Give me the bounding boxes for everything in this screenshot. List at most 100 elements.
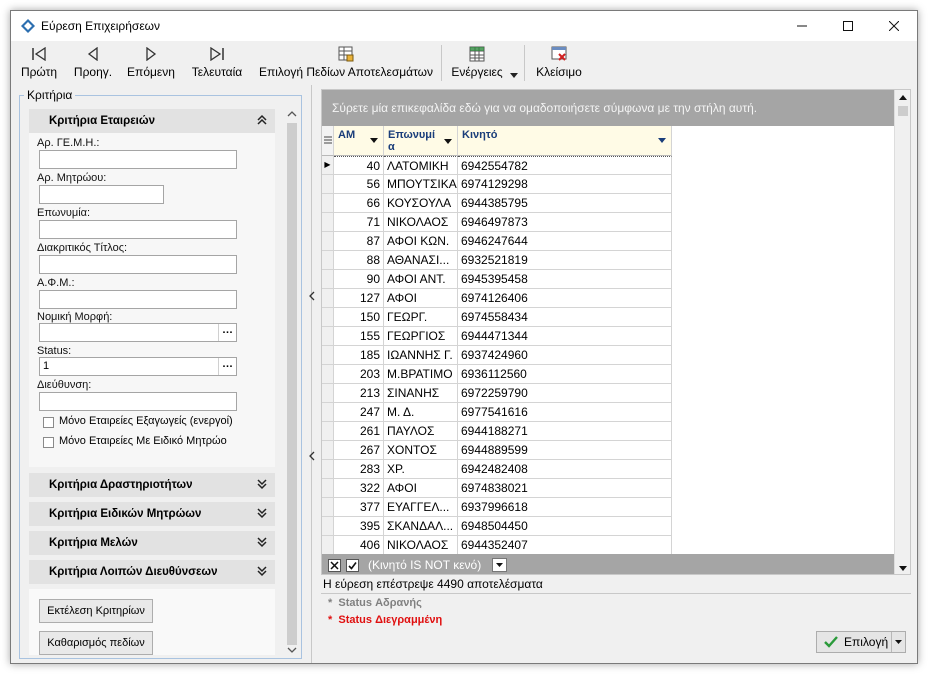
row-indicator[interactable] — [322, 479, 334, 498]
legal-form-input[interactable]: … — [39, 323, 237, 342]
cell-name[interactable]: ΑΦΟΙ — [384, 479, 458, 498]
cell-phone[interactable]: 6944352407 — [458, 536, 672, 555]
cell-am[interactable]: 88 — [334, 251, 384, 270]
row-indicator[interactable] — [322, 289, 334, 308]
cell-name[interactable]: ΝΙΚΟΛΑΟΣ — [384, 536, 458, 555]
cell-am[interactable]: 155 — [334, 327, 384, 346]
cell-name[interactable]: ΣΙΝΑΝΗΣ — [384, 384, 458, 403]
select-button[interactable]: Επιλογή — [816, 631, 906, 653]
first-button[interactable]: Πρώτη — [19, 43, 59, 83]
row-indicator[interactable] — [322, 194, 334, 213]
column-chooser-button[interactable] — [322, 126, 334, 156]
cell-am[interactable]: 71 — [334, 213, 384, 232]
cell-am[interactable]: 90 — [334, 270, 384, 289]
cell-am[interactable]: 66 — [334, 194, 384, 213]
select-result-fields-button[interactable]: Επιλογή Πεδίων Αποτελεσμάτων — [258, 43, 434, 83]
previous-button[interactable]: Προηγ. — [69, 43, 117, 83]
cell-am[interactable]: 40 — [334, 156, 384, 175]
cell-am[interactable]: 267 — [334, 441, 384, 460]
filter-dropdown-button[interactable] — [492, 558, 507, 572]
criteria-scroll-thumb[interactable] — [287, 123, 297, 645]
expand-icon[interactable] — [257, 565, 267, 580]
cell-am[interactable]: 213 — [334, 384, 384, 403]
cell-phone[interactable]: 6942554782 — [458, 156, 672, 175]
row-indicator[interactable] — [322, 327, 334, 346]
status-input[interactable]: 1 … — [39, 357, 237, 376]
close-window-button[interactable] — [871, 11, 917, 41]
special-registry-checkbox[interactable] — [43, 437, 54, 448]
row-indicator[interactable] — [322, 213, 334, 232]
criteria-scrollbar[interactable] — [285, 107, 299, 657]
row-indicator[interactable] — [322, 251, 334, 270]
row-indicator[interactable] — [322, 346, 334, 365]
cell-name[interactable]: ΓΕΩΡΓ. — [384, 308, 458, 327]
cell-am[interactable]: 322 — [334, 479, 384, 498]
cell-phone[interactable]: 6946497873 — [458, 213, 672, 232]
cell-name[interactable]: ΙΩΑΝΝΗΣ Γ. — [384, 346, 458, 365]
cell-name[interactable]: ΧΟΝΤΟΣ — [384, 441, 458, 460]
cell-am[interactable]: 377 — [334, 498, 384, 517]
cell-phone[interactable]: 6945395458 — [458, 270, 672, 289]
row-indicator[interactable]: ▶ — [322, 156, 334, 175]
distinctive-title-input[interactable] — [39, 255, 237, 274]
cell-am[interactable]: 56 — [334, 175, 384, 194]
cell-am[interactable]: 395 — [334, 517, 384, 536]
next-button[interactable]: Επόμενη — [125, 43, 177, 83]
scroll-down-icon[interactable] — [895, 562, 911, 575]
cell-am[interactable]: 203 — [334, 365, 384, 384]
row-indicator[interactable] — [322, 384, 334, 403]
row-indicator[interactable] — [322, 536, 334, 555]
actions-button[interactable]: Ενέργειες — [449, 43, 505, 83]
row-indicator[interactable] — [322, 270, 334, 289]
last-button[interactable]: Τελευταία — [188, 43, 246, 83]
filter-dropdown-icon[interactable] — [370, 136, 380, 150]
cell-name[interactable]: ΝΙΚΟΛΑΟΣ — [384, 213, 458, 232]
row-indicator[interactable] — [322, 308, 334, 327]
scroll-up-icon[interactable] — [285, 107, 299, 121]
cell-phone[interactable]: 6946247644 — [458, 232, 672, 251]
cell-phone[interactable]: 6944471344 — [458, 327, 672, 346]
cell-phone[interactable]: 6937424960 — [458, 346, 672, 365]
column-header-name[interactable]: Επωνυμί α — [384, 126, 458, 156]
special-registries-criteria-header[interactable]: Κριτήρια Ειδικών Μητρώων — [29, 502, 275, 526]
cell-phone[interactable]: 6937996618 — [458, 498, 672, 517]
grid-scroll-thumb[interactable] — [898, 106, 908, 116]
collapse-left-icon[interactable] — [308, 291, 316, 301]
afm-input[interactable] — [39, 290, 237, 309]
cell-phone[interactable]: 6974129298 — [458, 175, 672, 194]
cell-name[interactable]: ΑΦΟΙ ΚΩΝ. — [384, 232, 458, 251]
address-input[interactable] — [39, 392, 237, 411]
expand-icon[interactable] — [257, 478, 267, 493]
expand-icon[interactable] — [257, 507, 267, 522]
cell-am[interactable]: 261 — [334, 422, 384, 441]
cell-name[interactable]: ΣΚΑΝΔΑΛ... — [384, 517, 458, 536]
cell-name[interactable]: ΑΦΟΙ ΑΝΤ. — [384, 270, 458, 289]
cell-phone[interactable]: 6944188271 — [458, 422, 672, 441]
cell-phone[interactable]: 6932521819 — [458, 251, 672, 270]
close-button[interactable]: Κλείσιμο — [533, 43, 585, 83]
status-browse-button[interactable]: … — [218, 358, 236, 375]
cell-name[interactable]: ΚΟΥΣΟΥΛΑ — [384, 194, 458, 213]
clear-fields-button[interactable]: Καθαρισμός πεδίων — [39, 631, 153, 655]
row-indicator[interactable] — [322, 441, 334, 460]
row-indicator[interactable] — [322, 422, 334, 441]
row-indicator[interactable] — [322, 365, 334, 384]
cell-phone[interactable]: 6974126406 — [458, 289, 672, 308]
cell-am[interactable]: 406 — [334, 536, 384, 555]
cell-am[interactable]: 283 — [334, 460, 384, 479]
cell-name[interactable]: ΧΡ. — [384, 460, 458, 479]
cell-name[interactable]: ΑΦΟΙ — [384, 289, 458, 308]
filter-dropdown-icon[interactable] — [444, 136, 454, 150]
cell-phone[interactable]: 6974558434 — [458, 308, 672, 327]
filter-dropdown-icon[interactable] — [658, 136, 668, 150]
cell-name[interactable]: ΠΑΥΛΟΣ — [384, 422, 458, 441]
gemi-input[interactable] — [39, 150, 237, 169]
scroll-up-icon[interactable] — [895, 90, 911, 104]
company-criteria-header[interactable]: Κριτήρια Εταιρειών — [29, 109, 275, 133]
cell-am[interactable]: 87 — [334, 232, 384, 251]
cell-am[interactable]: 247 — [334, 403, 384, 422]
cell-name[interactable]: ΑΘΑΝΑΣΙ... — [384, 251, 458, 270]
collapse-icon[interactable] — [257, 114, 267, 129]
group-by-panel[interactable]: Σύρετε μία επικεφαλίδα εδώ για να ομαδοπ… — [322, 90, 896, 126]
cell-name[interactable]: ΛΑΤΟΜΙΚΗ — [384, 156, 458, 175]
